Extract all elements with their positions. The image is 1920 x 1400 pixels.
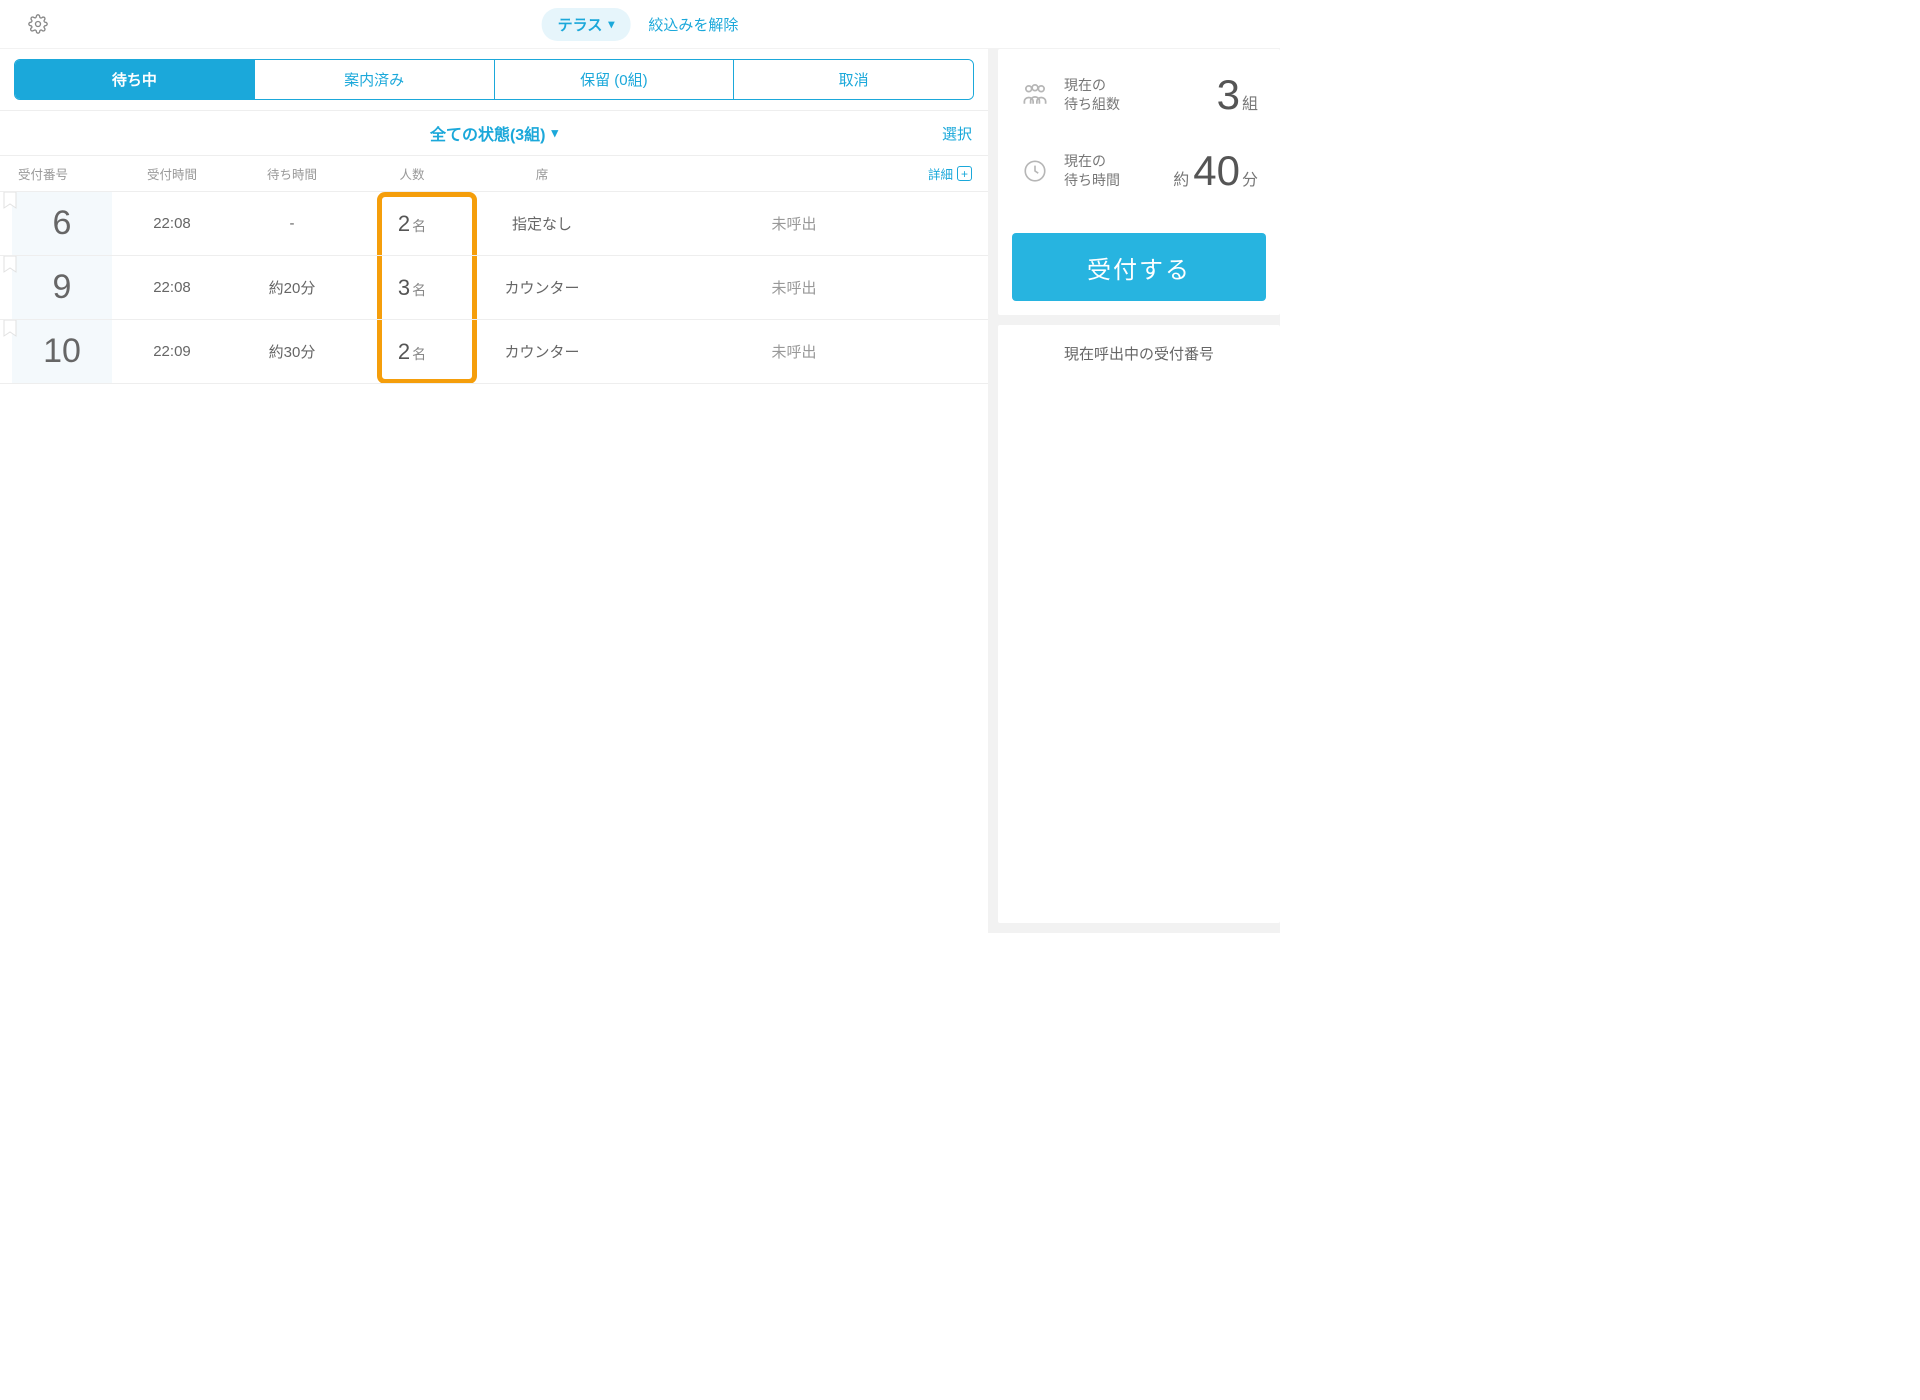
col-detail-label: 詳細 xyxy=(928,164,953,183)
tab-hold[interactable]: 保留 (0組) xyxy=(495,60,735,99)
wait-time-l1: 現在の xyxy=(1064,152,1120,171)
wait-groups-unit: 組 xyxy=(1242,90,1258,114)
wait-time: 約30分 xyxy=(232,341,352,362)
col-count: 人数 xyxy=(352,164,472,183)
queue-rows: 622:08-2名指定なし未呼出922:08約20分3名カウンター未呼出1022… xyxy=(0,192,988,384)
reception-time: 22:09 xyxy=(112,343,232,360)
bookmark-icon xyxy=(2,192,18,210)
summary-panel: 現在の 待ち組数 3 組 xyxy=(998,49,1280,315)
party-size: 2名 xyxy=(352,211,472,237)
gear-icon[interactable] xyxy=(28,14,48,34)
party-size: 3名 xyxy=(352,275,472,301)
wait-time-unit: 分 xyxy=(1242,166,1258,190)
calling-panel: 現在呼出中の受付番号 xyxy=(998,325,1280,923)
table-row[interactable]: 922:08約20分3名カウンター未呼出 xyxy=(0,256,988,320)
ticket-number: 6 xyxy=(12,192,112,255)
wait-time-l2: 待ち時間 xyxy=(1064,171,1120,190)
detail-add[interactable]: 詳細 + xyxy=(612,164,976,183)
accept-button[interactable]: 受付する xyxy=(1012,233,1266,301)
table-row[interactable]: 1022:09約30分2名カウンター未呼出 xyxy=(0,320,988,384)
tab-guided[interactable]: 案内済み xyxy=(255,60,495,99)
wait-time: - xyxy=(232,215,352,232)
select-button[interactable]: 選択 xyxy=(942,123,972,144)
table-header: 受付番号 受付時間 待ち時間 人数 席 詳細 + xyxy=(0,156,988,192)
chevron-down-icon: ▾ xyxy=(608,17,614,31)
call-status: 未呼出 xyxy=(612,341,976,362)
wait-time: 約20分 xyxy=(232,277,352,298)
queue-panel: 待ち中 案内済み 保留 (0組) 取消 全ての状態(3組) ▾ 選択 受付番号 … xyxy=(0,49,988,933)
col-seat: 席 xyxy=(472,164,612,183)
wait-groups-l2: 待ち組数 xyxy=(1064,95,1120,114)
col-number: 受付番号 xyxy=(12,164,112,183)
status-tabs: 待ち中 案内済み 保留 (0組) 取消 xyxy=(14,59,974,100)
ticket-number: 9 xyxy=(12,256,112,319)
reception-time: 22:08 xyxy=(112,215,232,232)
wait-groups-value: 3 xyxy=(1217,71,1240,119)
filter-dropdown[interactable]: テラス ▾ xyxy=(542,8,631,41)
clear-filter-link[interactable]: 絞込みを解除 xyxy=(648,14,738,35)
reception-time: 22:08 xyxy=(112,279,232,296)
table-row[interactable]: 622:08-2名指定なし未呼出 xyxy=(0,192,988,256)
bookmark-icon xyxy=(2,320,18,338)
tab-waiting[interactable]: 待ち中 xyxy=(15,60,255,99)
call-status: 未呼出 xyxy=(612,213,976,234)
ticket-number: 10 xyxy=(12,320,112,383)
people-icon xyxy=(1020,80,1050,110)
wait-time-value: 40 xyxy=(1193,147,1240,195)
seat-type: カウンター xyxy=(472,277,612,298)
state-filter-dropdown[interactable]: 全ての状態(3組) ▾ xyxy=(430,121,558,145)
bookmark-icon xyxy=(2,256,18,274)
filter-label: テラス xyxy=(558,14,603,35)
col-wait: 待ち時間 xyxy=(232,164,352,183)
chevron-down-icon: ▾ xyxy=(552,125,559,141)
seat-type: 指定なし xyxy=(472,213,612,234)
tab-cancel[interactable]: 取消 xyxy=(734,60,973,99)
plus-icon: + xyxy=(957,166,972,181)
state-filter-label: 全ての状態(3組) xyxy=(430,121,546,145)
clock-icon xyxy=(1020,158,1050,184)
app-header: テラス ▾ 絞込みを解除 xyxy=(0,0,1280,48)
seat-type: カウンター xyxy=(472,341,612,362)
call-status: 未呼出 xyxy=(612,277,976,298)
wait-groups-l1: 現在の xyxy=(1064,76,1120,95)
calling-title: 現在呼出中の受付番号 xyxy=(998,325,1280,382)
party-size: 2名 xyxy=(352,339,472,365)
col-time: 受付時間 xyxy=(112,164,232,183)
wait-time-prefix: 約 xyxy=(1173,166,1189,190)
